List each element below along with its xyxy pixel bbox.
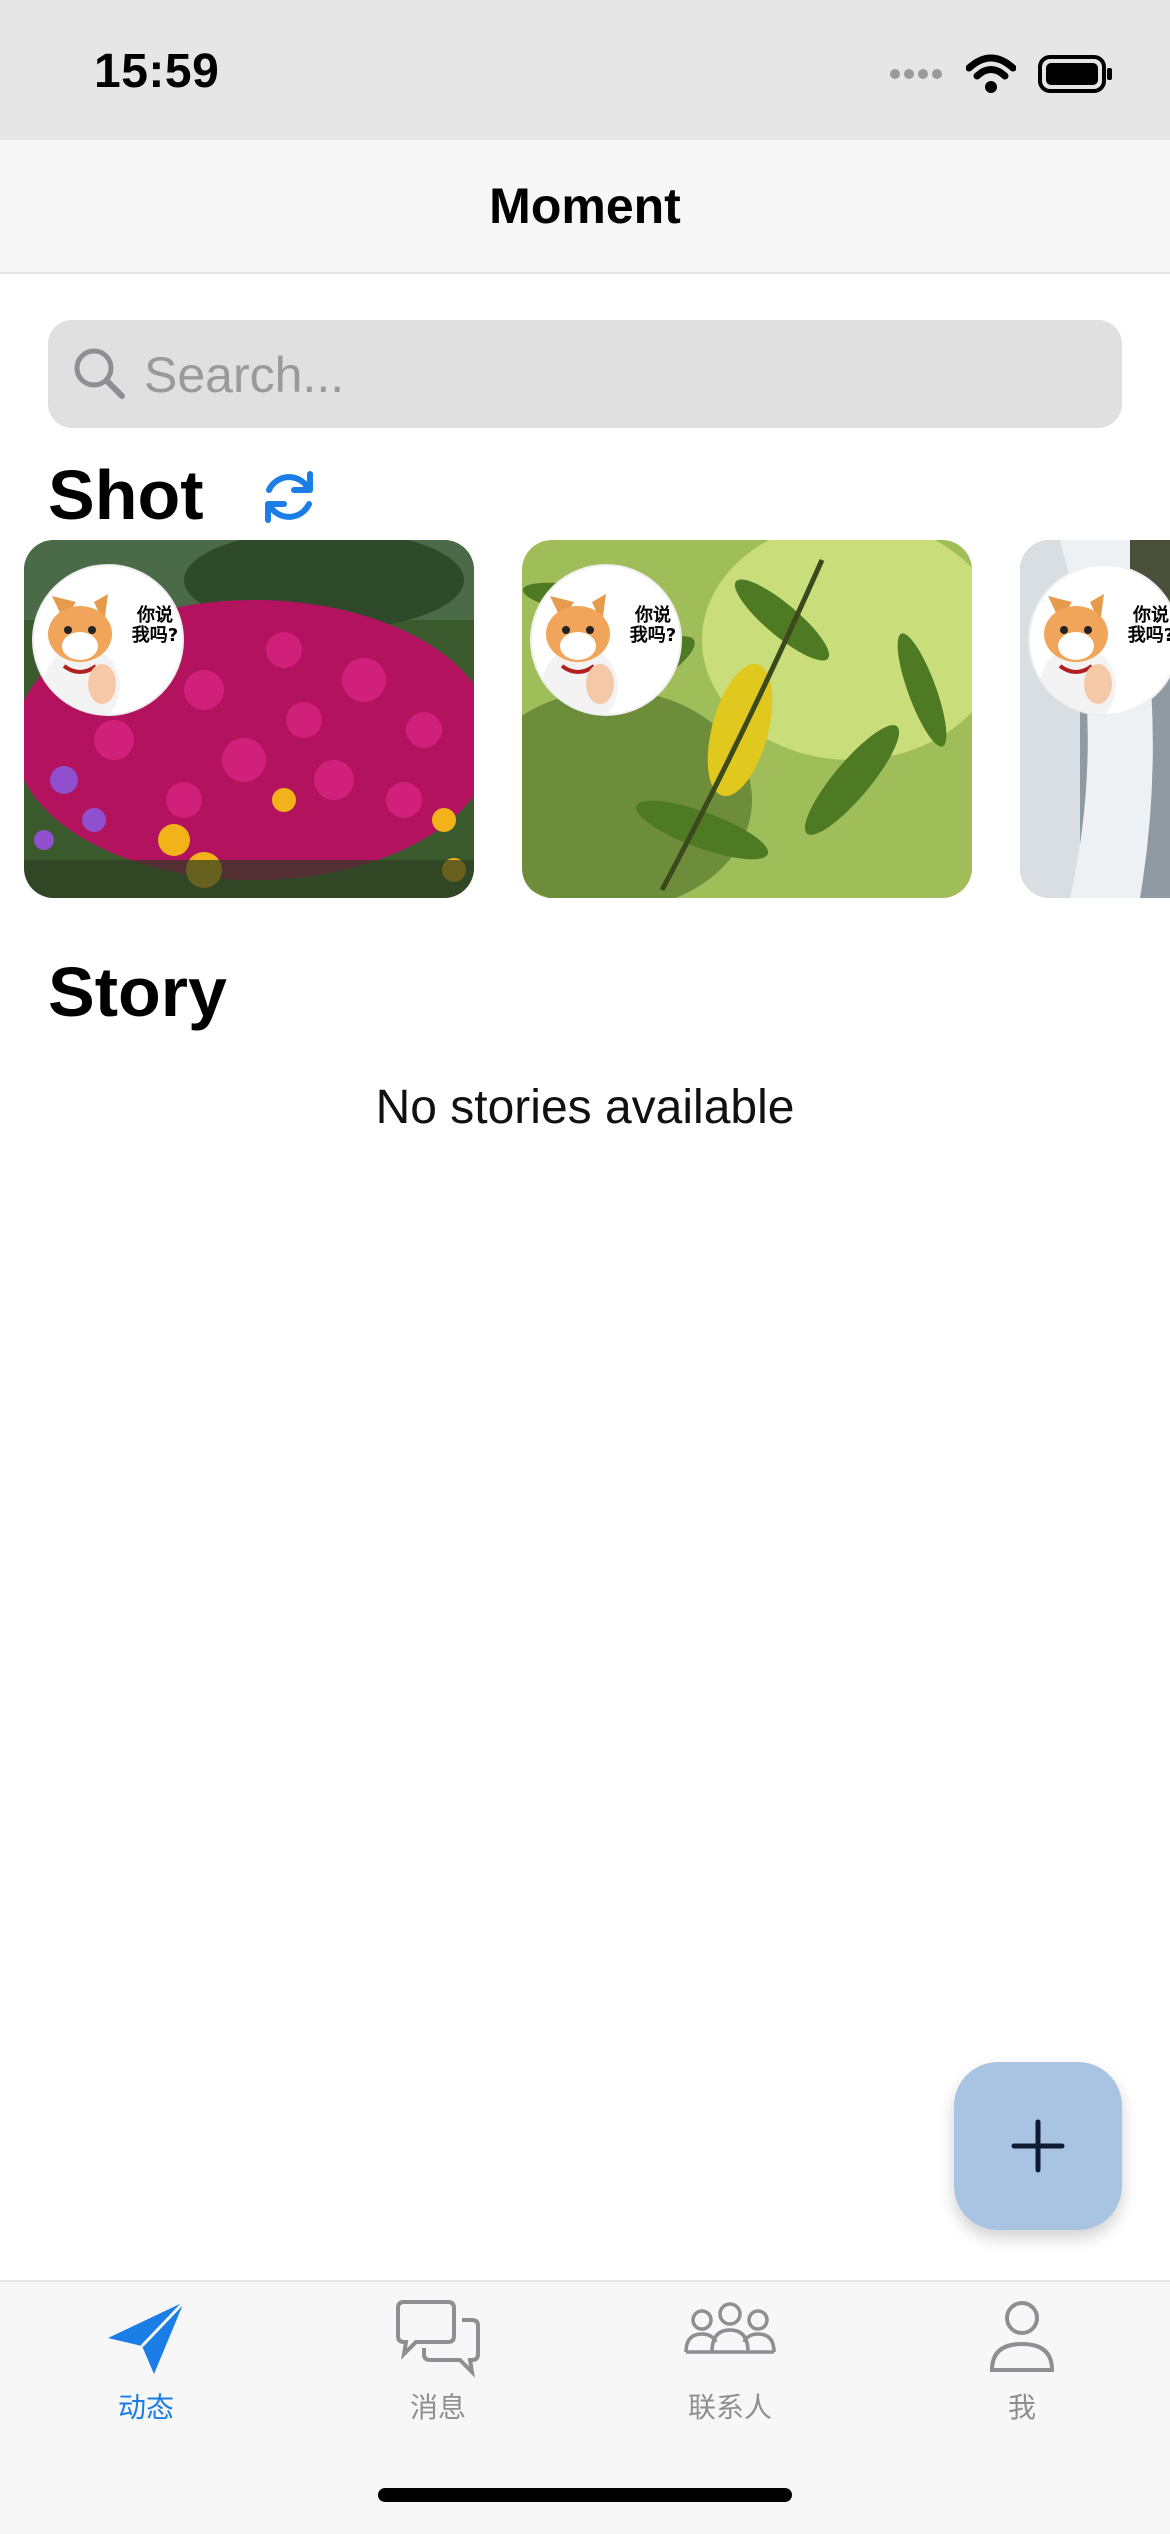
search-input[interactable] [142,334,1086,416]
story-section-title: Story [48,953,227,1031]
avatar[interactable]: 你说我吗? [530,564,682,716]
avatar[interactable]: 你说我吗? [1028,564,1170,716]
refresh-icon[interactable] [258,466,320,528]
search-icon [74,348,125,399]
paper-plane-icon [108,2300,186,2374]
plus-icon [1011,2119,1065,2173]
navigation-bar: Moment [0,140,1170,274]
tab-contacts[interactable]: 联系人 [630,2288,830,2438]
status-bar: 15:59 [0,0,1170,140]
shot-card[interactable]: 你说我吗? [1020,540,1170,898]
avatar[interactable]: 你说我吗? [32,564,184,716]
page-title: Moment [489,178,681,234]
chat-bubbles-icon [396,2300,480,2378]
shot-card[interactable]: 你说我吗? [522,540,972,898]
shot-carousel[interactable]: 你说我吗? 你说我吗? 你说我吗? [24,540,1170,900]
empty-stories-message: No stories available [375,1081,795,1134]
tab-messages[interactable]: 消息 [338,2288,538,2438]
home-indicator[interactable] [378,2488,792,2502]
battery-icon [1038,55,1112,93]
add-button[interactable] [954,2062,1122,2230]
tab-moments[interactable]: 动态 [46,2288,246,2438]
signal-icon [890,69,942,79]
shot-section-title: Shot [48,456,204,534]
people-icon [684,2302,776,2354]
tab-me[interactable]: 我 [922,2288,1122,2438]
tab-label: 我 [1007,2391,1036,2424]
tab-label: 动态 [117,2391,174,2424]
shot-card[interactable]: 你说我吗? [24,540,474,898]
status-time: 15:59 [94,45,220,98]
avatar-caption: 你说我吗? [1127,605,1170,646]
tab-label: 联系人 [687,2391,772,2424]
avatar-caption: 你说我吗? [131,605,179,646]
person-icon [989,2301,1055,2372]
wifi-icon [966,54,1016,93]
avatar-caption: 你说我吗? [629,605,677,646]
tab-label: 消息 [409,2391,466,2424]
search-bar[interactable] [48,320,1122,428]
status-icons [890,52,1114,96]
